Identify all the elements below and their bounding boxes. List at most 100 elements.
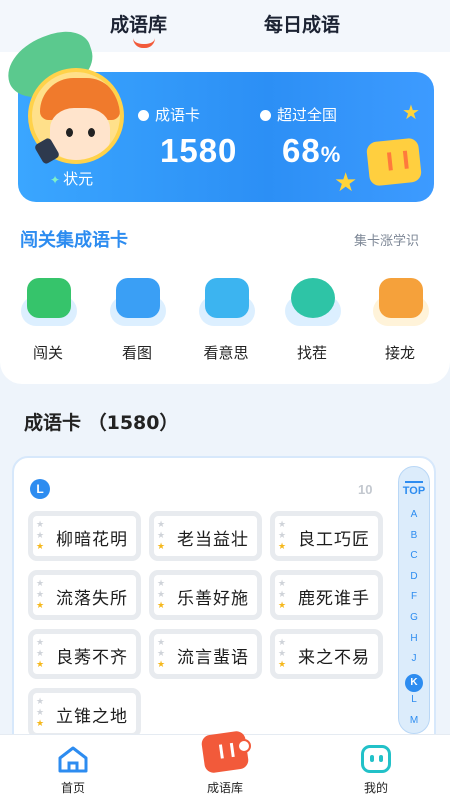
alphabet-letter[interactable]: L bbox=[399, 694, 429, 705]
star-icon: ★ bbox=[278, 638, 287, 648]
idiom-card[interactable]: ★ ★ ★ 良工巧匠 bbox=[270, 511, 383, 561]
idiom-text: 流言蜚语 bbox=[177, 648, 249, 668]
idiom-text: 老当益壮 bbox=[177, 530, 249, 550]
idiom-card[interactable]: ★ ★ ★ 来之不易 bbox=[270, 629, 383, 679]
idiom-card[interactable]: ★ ★ ★ 老当益壮 bbox=[149, 511, 262, 561]
star-icon: ★ bbox=[157, 520, 166, 530]
nav-label: 我的 bbox=[363, 781, 388, 795]
star-flag-icon bbox=[15, 274, 81, 330]
star-icon: ★ bbox=[36, 649, 45, 659]
game-picture[interactable]: 看图 bbox=[99, 274, 175, 363]
game-challenge[interactable]: 闯关 bbox=[10, 274, 86, 363]
star-icon: ★ bbox=[36, 542, 45, 552]
active-tab-indicator bbox=[133, 38, 155, 48]
game-meaning[interactable]: 看意思 bbox=[188, 274, 264, 363]
alphabet-letter[interactable]: C bbox=[399, 550, 429, 561]
idiom-text: 立锥之地 bbox=[56, 707, 128, 727]
idiom-card[interactable]: ★ ★ ★ 鹿死谁手 bbox=[270, 570, 383, 620]
star-icon: ★ bbox=[402, 100, 420, 124]
alphabet-letter[interactable]: K bbox=[405, 673, 423, 692]
star-icon: ★ bbox=[36, 601, 45, 611]
star-icon: ★ bbox=[36, 579, 45, 589]
star-icon: ★ bbox=[157, 601, 166, 611]
alphabet-letter[interactable]: F bbox=[399, 591, 429, 602]
star-icon: ★ bbox=[157, 660, 166, 670]
alphabet-letter[interactable]: M bbox=[399, 715, 429, 726]
idiom-text: 乐善好施 bbox=[177, 589, 249, 609]
eye-shape bbox=[88, 128, 95, 137]
alphabet-top[interactable]: TOP bbox=[399, 485, 429, 497]
alphabet-letter[interactable]: G bbox=[399, 612, 429, 623]
tab-idiom-library[interactable]: 成语库 bbox=[110, 10, 167, 37]
idiom-text: 良莠不齐 bbox=[56, 648, 128, 668]
top-line bbox=[405, 481, 423, 483]
star-icon: ★ bbox=[157, 542, 166, 552]
icon-shape bbox=[205, 278, 249, 318]
eye-shape bbox=[66, 128, 73, 137]
scroll-icon bbox=[193, 274, 259, 330]
star-icon: ★ bbox=[157, 590, 166, 600]
star-rating: ★ ★ ★ bbox=[36, 697, 48, 730]
brush-badge-icon bbox=[237, 739, 251, 753]
star-icon: ★ bbox=[36, 660, 45, 670]
game-spot-error[interactable]: 找茬 bbox=[274, 274, 350, 363]
idiom-card[interactable]: ★ ★ ★ 立锥之地 bbox=[28, 688, 141, 738]
star-icon: ★ bbox=[157, 649, 166, 659]
star-icon: ★ bbox=[36, 708, 45, 718]
game-chain[interactable]: 接龙 bbox=[362, 274, 438, 363]
alphabet-letter[interactable]: B bbox=[399, 530, 429, 541]
magnifier-icon bbox=[279, 274, 345, 330]
idiom-card[interactable]: ★ ★ ★ 流落失所 bbox=[28, 570, 141, 620]
game-label: 看图 bbox=[121, 344, 152, 362]
dot-icon bbox=[138, 110, 149, 121]
alphabet-letter[interactable]: D bbox=[399, 571, 429, 582]
star-rating: ★ ★ ★ bbox=[278, 520, 290, 553]
star-rating: ★ ★ ★ bbox=[278, 579, 290, 612]
percentile-number: 68 bbox=[282, 132, 321, 169]
icon-shape bbox=[379, 278, 423, 318]
game-label: 看意思 bbox=[203, 344, 249, 362]
star-icon: ★ bbox=[36, 520, 45, 530]
idiom-text: 来之不易 bbox=[298, 648, 370, 668]
bottom-nav: 首页 成语库 我的 bbox=[0, 730, 450, 800]
idiom-card[interactable]: ★ ★ ★ 良莠不齐 bbox=[28, 629, 141, 679]
home-icon bbox=[58, 746, 88, 773]
star-icon: ★ bbox=[278, 660, 287, 670]
idiom-text: 鹿死谁手 bbox=[298, 589, 370, 609]
star-icon: ★ bbox=[334, 168, 358, 198]
section-title: 闯关集成语卡 bbox=[20, 230, 128, 251]
star-icon: ★ bbox=[278, 649, 287, 659]
idiom-card[interactable]: ★ ★ ★ 乐善好施 bbox=[149, 570, 262, 620]
idiom-text: 流落失所 bbox=[56, 589, 128, 609]
section-subtitle[interactable]: 集卡涨学识 bbox=[354, 230, 419, 249]
letter-group-badge: L bbox=[30, 479, 50, 499]
nav-label: 成语库 bbox=[206, 781, 243, 795]
landscape-icon bbox=[104, 274, 170, 330]
stat-label-cards: 成语卡 bbox=[138, 104, 200, 125]
star-icon: ★ bbox=[278, 531, 287, 541]
idiom-card[interactable]: ★ ★ ★ 流言蜚语 bbox=[149, 629, 262, 679]
icon-shape bbox=[27, 278, 71, 318]
star-rating: ★ ★ ★ bbox=[278, 638, 290, 671]
group-count: 10 bbox=[358, 482, 373, 497]
idiom-card[interactable]: ★ ★ ★ 柳暗花明 bbox=[28, 511, 141, 561]
face-shape bbox=[50, 108, 110, 160]
robot-face-icon bbox=[361, 745, 391, 773]
star-icon: ★ bbox=[157, 531, 166, 541]
stat-label-text: 超过全国 bbox=[277, 106, 338, 124]
star-icon: ★ bbox=[36, 697, 45, 707]
alphabet-index[interactable]: TOP ABCDFGHJKLM bbox=[398, 466, 430, 734]
diamond-icon: ✦ bbox=[50, 173, 61, 187]
star-icon: ★ bbox=[36, 638, 45, 648]
nav-label: 首页 bbox=[60, 781, 85, 795]
tab-daily-idiom[interactable]: 每日成语 bbox=[264, 10, 340, 37]
game-label: 找茬 bbox=[296, 344, 327, 362]
alphabet-letter[interactable]: H bbox=[399, 633, 429, 644]
dot-icon bbox=[260, 110, 271, 121]
alphabet-letter[interactable]: J bbox=[399, 653, 429, 664]
idiom-text: 良工巧匠 bbox=[298, 530, 370, 550]
star-icon: ★ bbox=[157, 579, 166, 589]
alphabet-letter[interactable]: A bbox=[399, 509, 429, 520]
star-rating: ★ ★ ★ bbox=[157, 638, 169, 671]
star-rating: ★ ★ ★ bbox=[36, 579, 48, 612]
